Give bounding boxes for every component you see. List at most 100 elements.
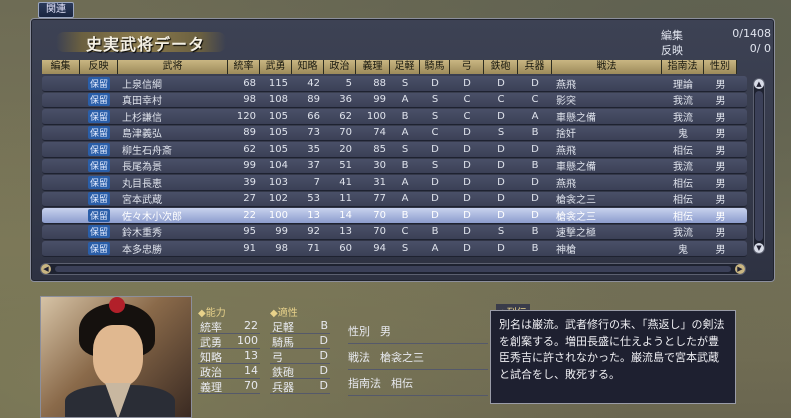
ability-key: 義理 — [200, 381, 222, 394]
aptitude-key: 兵器 — [272, 381, 294, 394]
table-row[interactable]: 保留 島津義弘 89 105 73 70 74 A C D S B 捨奸 鬼 男 — [42, 125, 747, 141]
aptitude-block: ◆適性 足軽 B 騎馬 D 弓 D 鉄砲 D 兵器 D — [270, 304, 330, 394]
scroll-right-icon[interactable]: ▶ — [735, 264, 745, 274]
cell-name: 島津義弘 — [122, 129, 162, 141]
column-header-9[interactable]: 騎馬 — [420, 60, 450, 74]
cell-b: 105 — [268, 127, 288, 139]
cell-c: 42 — [307, 77, 320, 89]
ability-block: ◆能力 統率 22 武勇 100 知略 13 政治 14 義理 70 — [198, 304, 260, 394]
column-header-4[interactable]: 武勇 — [260, 60, 292, 74]
cell-teach: 我流 — [673, 162, 693, 174]
cell-sex: 男 — [715, 145, 726, 157]
cell-a3: D — [463, 193, 471, 205]
cell-a3: D — [463, 226, 471, 238]
ability-row: 義理 70 — [198, 379, 260, 394]
column-header-10[interactable]: 弓 — [450, 60, 484, 74]
cell-a2: D — [431, 176, 439, 188]
cell-t: 91 — [243, 242, 256, 254]
cell-name: 丸目長恵 — [122, 178, 162, 190]
column-header-13[interactable]: 戦法 — [552, 60, 662, 74]
cell-g: 94 — [373, 242, 386, 254]
aptitude-key: 騎馬 — [272, 336, 294, 349]
scroll-up-icon[interactable]: ▲ — [754, 79, 764, 89]
cell-g: 100 — [366, 110, 386, 122]
cell-a4: D — [497, 143, 505, 155]
column-header-15[interactable]: 性別 — [704, 60, 737, 74]
table-row[interactable]: 保留 上杉謙信 120 105 66 62 100 B S C D A 車懸之備 我流 男 — [42, 109, 747, 125]
cell-a1: C — [401, 226, 409, 238]
cell-t: 68 — [243, 77, 256, 89]
sex-line: 性別 男 — [348, 318, 488, 344]
cell-sex: 男 — [715, 178, 726, 190]
scroll-down-icon[interactable]: ▼ — [754, 243, 764, 253]
table-row[interactable]: 保留 長尾為景 99 104 37 51 30 B S D D B 車懸之備 我流 男 — [42, 158, 747, 174]
cell-p: 36 — [339, 94, 352, 106]
page-title: 史実武将データ — [86, 35, 206, 54]
cell-tac: 燕飛 — [556, 178, 576, 190]
cell-a1: S — [401, 242, 409, 254]
column-header-7[interactable]: 義理 — [356, 60, 390, 74]
table-row[interactable]: 保留 真田幸村 98 108 89 36 99 A S C C C 影突 我流 男 — [42, 92, 747, 108]
scroll-thumb[interactable] — [755, 91, 763, 241]
related-tab[interactable]: 関連 — [38, 2, 74, 18]
cell-a1: B — [401, 110, 409, 122]
aptitude-row: 鉄砲 D — [270, 364, 330, 379]
horizontal-scrollbar[interactable]: ◀ ▶ — [40, 263, 746, 275]
column-header-0[interactable]: 編集 — [42, 60, 80, 74]
table-row[interactable]: 保留 上泉信綱 68 115 42 5 88 S D D D D 燕飛 理論 男 — [42, 76, 747, 92]
stats-block: ◆能力 統率 22 武勇 100 知略 13 政治 14 義理 70 ◆適性 足軽 B 騎馬 D 弓 D 鉄砲… — [198, 304, 488, 416]
portrait-topknot — [109, 297, 125, 313]
cell-a4: D — [497, 242, 505, 254]
cell-teach: 理論 — [673, 79, 693, 91]
table-row[interactable]: 保留 本多忠勝 91 98 71 60 94 S A D D B 神槍 鬼 男 — [42, 241, 747, 257]
sex-label: 性別 — [348, 324, 370, 338]
table-row[interactable]: 保留 柳生石舟斎 62 105 35 20 85 S D D D D 燕飛 相伝 男 — [42, 142, 747, 158]
officer-table[interactable]: 保留 上泉信綱 68 115 42 5 88 S D D D D 燕飛 理論男保留 真田幸村 98 108 89 3… — [42, 76, 747, 258]
cell-sex: 男 — [715, 228, 726, 240]
column-header-11[interactable]: 鉄砲 — [484, 60, 518, 74]
table-row[interactable]: 保留 佐々木小次郎 22 100 13 14 70 B D D D D 槍衾之三 相伝 男 — [42, 208, 747, 224]
cell-a3: D — [463, 143, 471, 155]
cell-tac: 車懸之備 — [556, 162, 596, 174]
column-header-2[interactable]: 武将 — [118, 60, 228, 74]
cell-a2: B — [431, 226, 439, 238]
column-header-3[interactable]: 統率 — [228, 60, 260, 74]
table-header: 編集 反映 武将 統率 武勇 知略 政治 義理 足軽 騎馬弓鉄砲 兵器 戦法 指南法 性別 — [42, 60, 747, 74]
cell-a2: D — [431, 77, 439, 89]
cell-a4: C — [497, 94, 505, 106]
edit-counter: 編集 0/1408 — [661, 27, 771, 42]
edit-value: 0/1408 — [732, 27, 771, 40]
cell-teach: 相伝 — [673, 195, 693, 207]
cell-name: 本多忠勝 — [122, 244, 162, 256]
scroll-h-thumb[interactable] — [55, 266, 731, 272]
cell-a3: D — [463, 242, 471, 254]
status-badge: 保留 — [80, 126, 118, 140]
column-header-12[interactable]: 兵器 — [518, 60, 552, 74]
cell-p: 60 — [339, 242, 352, 254]
column-header-6[interactable]: 政治 — [324, 60, 356, 74]
cell-a4: D — [497, 77, 505, 89]
cell-name: 真田幸村 — [122, 96, 162, 108]
column-header-8[interactable]: 足軽 — [390, 60, 420, 74]
aptitude-row: 兵器 D — [270, 379, 330, 394]
table-row[interactable]: 保留 丸目長恵 39 103 7 41 31 A D D D D 燕飛 相伝 男 — [42, 175, 747, 191]
column-header-5[interactable]: 知略 — [292, 60, 324, 74]
table-row[interactable]: 保留 宮本武蔵 27 102 53 11 77 A D D D D 槍衾之三 相伝 男 — [42, 191, 747, 207]
cell-p: 11 — [339, 193, 352, 205]
cell-teach: 鬼 — [678, 129, 688, 141]
cell-g: 85 — [373, 143, 386, 155]
cell-c: 13 — [307, 209, 320, 221]
cell-t: 22 — [243, 209, 256, 221]
scroll-left-icon[interactable]: ◀ — [41, 264, 51, 274]
cell-b: 115 — [268, 77, 288, 89]
table-row[interactable]: 保留 鈴木重秀 95 99 92 13 70 C B D S B 速撃之極 我流 男 — [42, 224, 747, 240]
cell-a1: B — [401, 209, 409, 221]
title-area: 史実武将データ — [56, 28, 256, 56]
cell-a4: D — [497, 176, 505, 188]
cell-t: 27 — [243, 193, 256, 205]
column-header-14[interactable]: 指南法 — [662, 60, 704, 74]
cell-teach: 相伝 — [673, 211, 693, 223]
vertical-scrollbar[interactable]: ▲ ▼ — [753, 78, 765, 254]
ability-value: 100 — [237, 334, 258, 347]
column-header-1[interactable]: 反映 — [80, 60, 118, 74]
